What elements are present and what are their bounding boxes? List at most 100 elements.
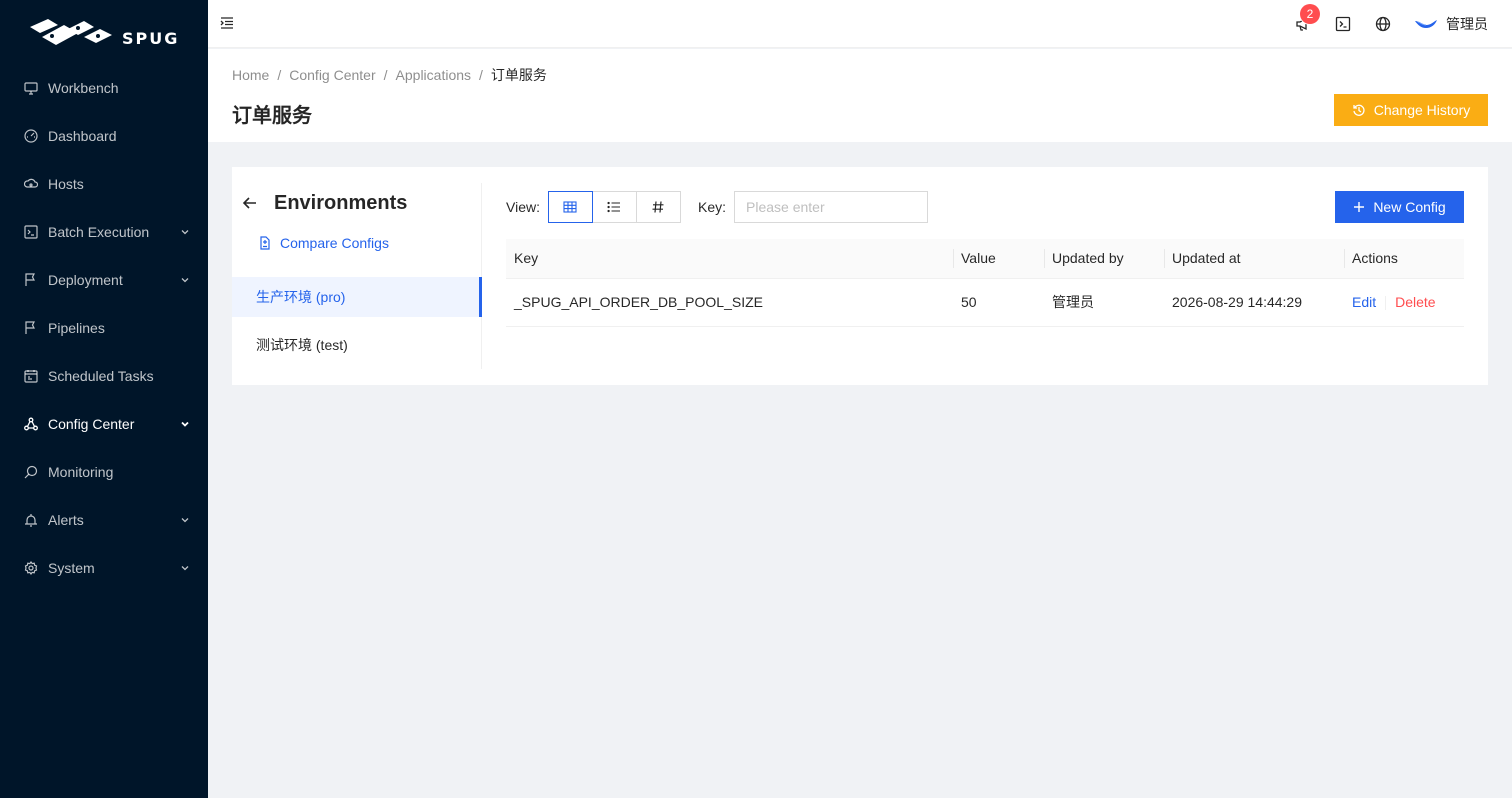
sidebar-item-system[interactable]: System: [0, 544, 208, 592]
view-table-button[interactable]: [547, 191, 593, 223]
schedule-icon: [24, 369, 38, 383]
column-header-key: Key: [506, 239, 953, 279]
column-header-value: Value: [953, 239, 1044, 279]
flag-icon: [24, 321, 38, 335]
sidebar-item-label: Deployment: [48, 272, 123, 288]
config-value: 50: [953, 278, 1044, 327]
flag-icon: [24, 273, 38, 287]
new-config-label: New Config: [1373, 199, 1446, 215]
config-key-link[interactable]: _SPUG_API_ORDER_DB_POOL_SIZE: [506, 278, 953, 327]
chevron-down-icon: [180, 275, 190, 285]
sidebar-item-label: Config Center: [48, 416, 135, 432]
breadcrumb-home[interactable]: Home: [232, 67, 269, 83]
sidebar-item-label: Monitoring: [48, 464, 114, 480]
menu-fold-icon[interactable]: [220, 16, 236, 32]
sidebar-item-workbench[interactable]: Workbench: [0, 64, 208, 112]
change-history-label: Change History: [1373, 102, 1471, 118]
config-actions: Edit Delete: [1344, 278, 1464, 327]
code-icon: [24, 225, 38, 239]
avatar: [1414, 17, 1438, 31]
chevron-down-icon: [180, 227, 190, 237]
desktop-icon: [24, 81, 38, 95]
change-history-button[interactable]: Change History: [1334, 94, 1488, 126]
sidebar-item-label: Workbench: [48, 80, 119, 96]
environment-header: Environments: [232, 183, 481, 223]
sidebar-item-config-center[interactable]: Config Center: [0, 400, 208, 448]
diff-icon: [260, 236, 270, 250]
breadcrumb-separator: /: [383, 67, 388, 83]
header-actions: 2 管理员: [1272, 0, 1488, 48]
environment-title: Environments: [274, 191, 408, 214]
config-table: Key Value Updated by Updated at Actions …: [506, 239, 1464, 327]
column-header-actions: Actions: [1344, 239, 1464, 279]
logo[interactable]: SPUG: [0, 0, 208, 64]
sidebar-item-label: Batch Execution: [48, 224, 150, 240]
view-switcher: [547, 191, 681, 223]
sidebar-item-scheduled-tasks[interactable]: Scheduled Tasks: [0, 352, 208, 400]
chevron-down-icon: [180, 419, 190, 429]
column-header-updated-by: Updated by: [1044, 239, 1164, 279]
breadcrumb: Home / Config Center / Applications / 订单…: [232, 67, 1488, 83]
column-header-updated-at: Updated at: [1164, 239, 1344, 279]
user-name: 管理员: [1446, 16, 1488, 32]
view-label: View:: [506, 199, 540, 215]
sidebar-item-label: Scheduled Tasks: [48, 368, 154, 384]
page-header: Home / Config Center / Applications / 订单…: [208, 49, 1512, 142]
sidebar-item-label: Alerts: [48, 512, 84, 528]
environment-panel: Environments Compare Configs 生产环境 (pro) …: [232, 183, 482, 369]
chevron-down-icon: [180, 515, 190, 525]
sidebar: SPUG Workbench Dashboard Hosts Batch Exe…: [0, 0, 208, 798]
sidebar-item-alerts[interactable]: Alerts: [0, 496, 208, 544]
globe-icon[interactable]: [1374, 15, 1392, 33]
key-search-input[interactable]: [734, 191, 928, 223]
notification-badge: 2: [1300, 4, 1320, 24]
environment-item-pro[interactable]: 生产环境 (pro): [232, 277, 482, 317]
compare-configs-link[interactable]: Compare Configs: [258, 223, 481, 263]
sidebar-item-label: System: [48, 560, 95, 576]
sidebar-item-label: Dashboard: [48, 128, 117, 144]
table-row: _SPUG_API_ORDER_DB_POOL_SIZE 50 管理员 2026…: [506, 278, 1464, 327]
view-text-button[interactable]: [635, 191, 681, 223]
sidebar-item-hosts[interactable]: Hosts: [0, 160, 208, 208]
table-header-row: Key Value Updated by Updated at Actions: [506, 239, 1464, 279]
breadcrumb-separator: /: [277, 67, 282, 83]
environment-list: 生产环境 (pro) 测试环境 (test): [232, 277, 482, 365]
sidebar-menu: Workbench Dashboard Hosts Batch Executio…: [0, 64, 208, 592]
action-divider: [1385, 296, 1387, 311]
config-toolbar: View: Key: New Config: [506, 191, 1464, 223]
config-card: Environments Compare Configs 生产环境 (pro) …: [232, 167, 1488, 385]
spug-logo-icon: [28, 15, 114, 49]
logo-text: SPUG: [122, 28, 180, 48]
breadcrumb-config-center[interactable]: Config Center: [289, 67, 375, 83]
unordered-list-icon: [607, 201, 621, 213]
new-config-button[interactable]: New Config: [1335, 191, 1464, 223]
user-menu[interactable]: 管理员: [1414, 14, 1488, 34]
table-icon: [563, 201, 578, 213]
environment-item-test[interactable]: 测试环境 (test): [232, 325, 481, 365]
edit-link[interactable]: Edit: [1352, 294, 1376, 310]
key-label: Key:: [697, 199, 726, 215]
arrow-left-icon[interactable]: [242, 195, 258, 211]
config-updated-by: 管理员: [1044, 278, 1164, 327]
sidebar-item-monitoring[interactable]: Monitoring: [0, 448, 208, 496]
cloud-server-icon: [24, 177, 38, 191]
config-updated-at: 2026-08-29 14:44:29: [1164, 278, 1344, 327]
alarm-icon: [24, 513, 38, 527]
plus-icon: [1354, 202, 1365, 212]
chevron-down-icon: [180, 563, 190, 573]
breadcrumb-applications[interactable]: Applications: [396, 67, 472, 83]
history-icon: [1353, 104, 1365, 116]
dashboard-icon: [24, 129, 38, 143]
view-list-button[interactable]: [591, 191, 637, 223]
sidebar-item-label: Hosts: [48, 176, 84, 192]
sidebar-item-pipelines[interactable]: Pipelines: [0, 304, 208, 352]
sidebar-item-dashboard[interactable]: Dashboard: [0, 112, 208, 160]
setting-icon: [24, 561, 38, 575]
sidebar-item-deployment[interactable]: Deployment: [0, 256, 208, 304]
sidebar-item-batch-execution[interactable]: Batch Execution: [0, 208, 208, 256]
notification-icon[interactable]: 2: [1294, 4, 1320, 33]
compare-configs-label: Compare Configs: [280, 235, 389, 251]
terminal-icon[interactable]: [1334, 15, 1352, 33]
number-icon: [652, 201, 664, 213]
delete-link[interactable]: Delete: [1395, 294, 1435, 310]
